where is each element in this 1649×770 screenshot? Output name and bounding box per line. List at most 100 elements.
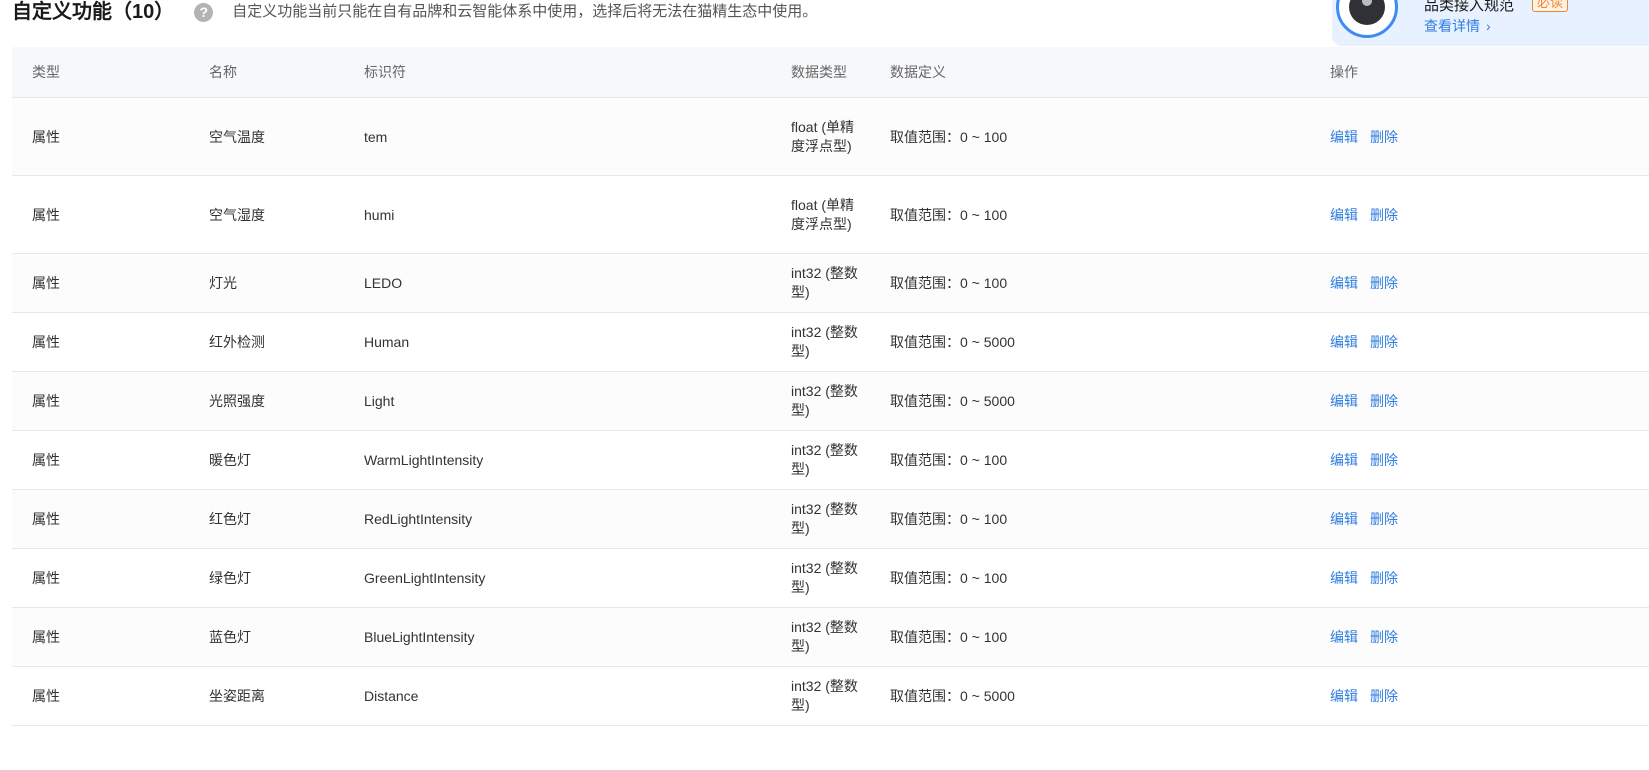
cell-actions: 编辑 删除	[1330, 176, 1398, 253]
edit-link[interactable]: 编辑	[1330, 568, 1358, 588]
table-row: 属性 蓝色灯 BlueLightIntensity int32 (整数型) 取值…	[12, 608, 1649, 667]
column-header-definition: 数据定义	[890, 64, 946, 80]
cell-type: 属性	[32, 275, 60, 291]
cell-actions: 编辑 删除	[1330, 549, 1398, 607]
delete-link[interactable]: 删除	[1370, 627, 1398, 647]
table-row: 属性 灯光 LEDO int32 (整数型) 取值范围：0 ~ 100 编辑 删…	[12, 254, 1649, 313]
column-header-name: 名称	[209, 64, 237, 80]
cell-actions: 编辑 删除	[1330, 372, 1398, 430]
cell-data-type: int32 (整数型)	[791, 501, 858, 536]
cell-data-type: int32 (整数型)	[791, 678, 858, 713]
cell-actions: 编辑 删除	[1330, 98, 1398, 175]
cell-definition: 取值范围：0 ~ 100	[890, 128, 1008, 145]
delete-link[interactable]: 删除	[1370, 450, 1398, 470]
delete-link[interactable]: 删除	[1370, 686, 1398, 706]
table-row: 属性 暖色灯 WarmLightIntensity int32 (整数型) 取值…	[12, 431, 1649, 490]
cell-definition: 取值范围：0 ~ 5000	[890, 393, 1015, 409]
cell-actions: 编辑 删除	[1330, 667, 1398, 725]
cell-type: 属性	[32, 629, 60, 645]
delete-link[interactable]: 删除	[1370, 273, 1398, 293]
cell-type: 属性	[32, 688, 60, 704]
cell-name: 蓝色灯	[209, 629, 251, 645]
cell-data-type: float (单精度浮点型)	[791, 118, 855, 154]
edit-link[interactable]: 编辑	[1330, 450, 1358, 470]
help-icon[interactable]: ?	[194, 2, 214, 22]
cell-data-type: float (单精度浮点型)	[791, 196, 855, 232]
cell-name: 暖色灯	[209, 452, 251, 468]
cell-type: 属性	[32, 511, 60, 527]
cell-identifier: Distance	[364, 688, 419, 704]
edit-link[interactable]: 编辑	[1330, 627, 1358, 647]
cell-name: 绿色灯	[209, 570, 251, 586]
cell-actions: 编辑 删除	[1330, 490, 1398, 548]
cell-type: 属性	[32, 393, 60, 409]
cell-identifier: RedLightIntensity	[364, 511, 473, 527]
cell-name: 光照强度	[209, 393, 265, 409]
delete-link[interactable]: 删除	[1370, 332, 1398, 352]
cell-definition: 取值范围：0 ~ 100	[890, 629, 1008, 645]
edit-link[interactable]: 编辑	[1330, 332, 1358, 352]
cell-identifier: GreenLightIntensity	[364, 570, 486, 586]
cell-name: 空气温度	[209, 128, 265, 145]
page-title: 自定义功能（10）	[12, 1, 175, 23]
cell-data-type: int32 (整数型)	[791, 560, 858, 595]
table-header: 类型 名称 标识符 数据类型 数据定义 操作	[12, 47, 1649, 98]
edit-link[interactable]: 编辑	[1330, 686, 1358, 706]
section-header: 自定义功能（10） ? 自定义功能当前只能在自有品牌和云智能体系中使用，选择后将…	[12, 0, 817, 24]
edit-link[interactable]: 编辑	[1330, 273, 1358, 293]
must-read-badge: 必读	[1532, 0, 1569, 12]
device-avatar	[1336, 0, 1398, 38]
cell-identifier: WarmLightIntensity	[364, 452, 484, 468]
delete-link[interactable]: 删除	[1370, 509, 1398, 529]
delete-link[interactable]: 删除	[1370, 205, 1398, 225]
cell-actions: 编辑 删除	[1330, 313, 1398, 371]
cell-data-type: int32 (整数型)	[791, 442, 858, 477]
cell-actions: 编辑 删除	[1330, 254, 1398, 312]
table-row: 属性 光照强度 Light int32 (整数型) 取值范围：0 ~ 5000 …	[12, 372, 1649, 431]
cell-definition: 取值范围：0 ~ 100	[890, 452, 1008, 468]
table-row: 属性 空气湿度 humi float (单精度浮点型) 取值范围：0 ~ 100…	[12, 176, 1649, 254]
cell-definition: 取值范围：0 ~ 100	[890, 275, 1008, 291]
delete-link[interactable]: 删除	[1370, 391, 1398, 411]
cell-definition: 取值范围：0 ~ 5000	[890, 334, 1015, 350]
table-row: 属性 红色灯 RedLightIntensity int32 (整数型) 取值范…	[12, 490, 1649, 549]
cell-type: 属性	[32, 452, 60, 468]
cell-name: 空气湿度	[209, 206, 265, 223]
cell-data-type: int32 (整数型)	[791, 265, 858, 300]
edit-link[interactable]: 编辑	[1330, 509, 1358, 529]
column-header-actions: 操作	[1330, 64, 1358, 80]
cell-type: 属性	[32, 334, 60, 350]
cell-name: 红色灯	[209, 511, 251, 527]
cell-identifier: Light	[364, 393, 395, 409]
view-details-label: 查看详情	[1424, 18, 1480, 34]
column-header-data-type: 数据类型	[791, 64, 847, 80]
cell-type: 属性	[32, 128, 60, 145]
delete-link[interactable]: 删除	[1370, 127, 1398, 147]
cell-name: 灯光	[209, 275, 237, 291]
edit-link[interactable]: 编辑	[1330, 127, 1358, 147]
cell-definition: 取值范围：0 ~ 100	[890, 206, 1008, 223]
promo-title: 品类接入规范	[1424, 0, 1515, 14]
table-row: 属性 空气温度 tem float (单精度浮点型) 取值范围：0 ~ 100 …	[12, 98, 1649, 176]
custom-functions-table: 类型 名称 标识符 数据类型 数据定义 操作 属性 空气温度 tem float…	[12, 47, 1649, 726]
column-header-identifier: 标识符	[364, 64, 406, 80]
cell-identifier: Human	[364, 334, 410, 350]
edit-link[interactable]: 编辑	[1330, 205, 1358, 225]
table-body: 属性 空气温度 tem float (单精度浮点型) 取值范围：0 ~ 100 …	[12, 98, 1649, 726]
cell-data-type: int32 (整数型)	[791, 619, 858, 654]
view-details-link[interactable]: 查看详情 ›	[1424, 16, 1491, 36]
cell-actions: 编辑 删除	[1330, 431, 1398, 489]
delete-link[interactable]: 删除	[1370, 568, 1398, 588]
cell-definition: 取值范围：0 ~ 100	[890, 511, 1008, 527]
table-row: 属性 坐姿距离 Distance int32 (整数型) 取值范围：0 ~ 50…	[12, 667, 1649, 726]
column-header-type: 类型	[32, 64, 60, 80]
edit-link[interactable]: 编辑	[1330, 391, 1358, 411]
cell-type: 属性	[32, 206, 60, 223]
promo-card[interactable]: 品类接入规范 必读 查看详情 ›	[1332, 0, 1649, 46]
cell-name: 红外检测	[209, 334, 265, 350]
cell-name: 坐姿距离	[209, 688, 265, 704]
table-row: 属性 绿色灯 GreenLightIntensity int32 (整数型) 取…	[12, 549, 1649, 608]
cell-identifier: humi	[364, 206, 395, 223]
table-row: 属性 红外检测 Human int32 (整数型) 取值范围：0 ~ 5000 …	[12, 313, 1649, 372]
cell-type: 属性	[32, 570, 60, 586]
